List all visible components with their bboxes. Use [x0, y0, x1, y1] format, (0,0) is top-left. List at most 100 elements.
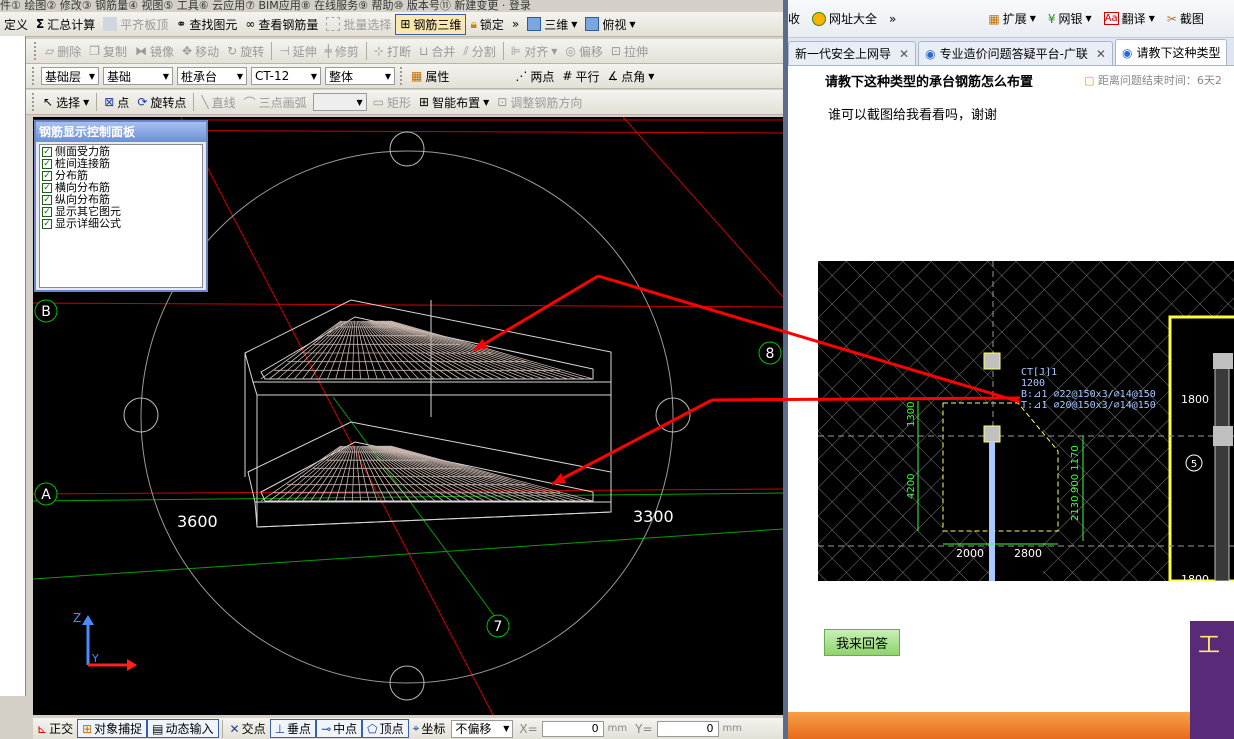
break-icon: ⊹	[373, 44, 384, 58]
sum-calc-button[interactable]: Σ 汇总计算	[32, 14, 99, 35]
checkbox-check-icon[interactable]: ✓	[42, 147, 52, 157]
rebar-display-control-panel: 钢筋显示控制面板 ✓ 侧面受力筋 ✓ 桩间连接筋 ✓ 分布筋 ✓ 横向分布筋 ✓ 纵向分布…	[34, 120, 208, 292]
category-select[interactable]: 基础 ▼	[103, 67, 173, 85]
rotate-button[interactable]: ↻ 旋转	[223, 41, 268, 62]
rotate-point-tool[interactable]: ⟳ 旋转点	[133, 92, 190, 113]
scope-select[interactable]: 整体 ▼	[325, 67, 395, 85]
trim-button[interactable]: ╪ 修剪	[321, 41, 363, 62]
checkbox-check-icon[interactable]: ✓	[42, 195, 52, 205]
batch-select-button[interactable]: 批量选择	[322, 14, 395, 35]
chevron-down-icon: ▼	[162, 71, 169, 81]
extend-button[interactable]: ⊣ 延伸	[275, 41, 320, 62]
extensions-label: 扩展	[1002, 12, 1027, 26]
x-coordinate-label: X=	[519, 721, 538, 736]
checkbox-check-icon[interactable]: ✓	[42, 207, 52, 217]
checkbox-show-formula[interactable]: ✓ 显示详细公式	[42, 218, 200, 230]
select-tool[interactable]: ↖ 选择 ▼	[39, 92, 93, 113]
lock-button[interactable]: 🔒︎ 锁定	[466, 14, 507, 35]
extensions-button[interactable]: ▦ 扩展 ▼	[982, 8, 1042, 30]
toolbar-overflow[interactable]: »	[883, 8, 902, 30]
point-angle-button[interactable]: ∡ 点角 ▼	[603, 66, 658, 87]
layer-value: 基础层	[45, 69, 82, 84]
toolbar-grip[interactable]	[32, 93, 36, 111]
site-nav-button[interactable]: 网址大全	[806, 8, 883, 30]
toolbar-grip[interactable]	[32, 67, 36, 85]
toolbar-grip[interactable]	[34, 42, 38, 60]
x-coordinate-input[interactable]: 0	[541, 720, 604, 737]
break-button[interactable]: ⊹ 打断	[370, 41, 415, 62]
chevron-down-icon: ▼	[551, 46, 558, 56]
three-point-arc-tool[interactable]: ⌒ 三点画弧	[240, 92, 311, 113]
coordinate-snap[interactable]: ⌖ 坐标	[409, 719, 450, 738]
checkbox-check-icon[interactable]: ✓	[42, 219, 52, 229]
element-toolbar: 基础层 ▼ 基础 ▼ 桩承台 ▼ CT-12 ▼ 整体 ▼ ▦ 属性 ⋰ 两点 # 平行 ∡ 点角…	[0, 64, 786, 89]
parallel-button[interactable]: # 平行	[558, 66, 603, 87]
view-rebar-button[interactable]: ∞ 查看钢筋量	[241, 14, 322, 35]
merge-button[interactable]: ⊔ 合并	[415, 41, 459, 62]
menu-bar[interactable]: 件① 绘图② 修改③ 钢筋量④ 视图⑤ 工具⑥ 云应用⑦ BIM应用⑧ 在线服务…	[0, 0, 786, 12]
rectangle-tool[interactable]: ▭ 矩形	[369, 92, 415, 113]
close-icon[interactable]: ✕	[899, 47, 909, 61]
offset-button[interactable]: ◎ 偏移	[561, 41, 607, 62]
move-button[interactable]: ✥ 移动	[178, 41, 223, 62]
tab-safe-navigation[interactable]: 新一代安全上网导 ✕	[788, 41, 917, 65]
copy-button[interactable]: ❐ 复制	[85, 41, 131, 62]
toolbar-grip[interactable]	[400, 67, 404, 85]
side-ad-banner[interactable]: 工	[1190, 621, 1234, 739]
define-button[interactable]: 定义	[0, 14, 32, 35]
tab-current-question[interactable]: ◉ 请教下这种类型	[1114, 39, 1228, 65]
bank-button[interactable]: ¥ 网银 ▼	[1042, 8, 1098, 30]
y-coordinate-input[interactable]: 0	[656, 720, 719, 737]
element-type-select[interactable]: 桩承台 ▼	[177, 67, 247, 85]
arc-mode-select[interactable]: ▼	[312, 93, 367, 111]
screenshot-button[interactable]: ✂ 截图	[1161, 8, 1210, 30]
dynamic-input-toggle[interactable]: ▤ 动态输入	[147, 719, 219, 738]
rebar-glasses-icon: ∞	[245, 17, 256, 31]
draw-toolbar: ↖ 选择 ▼ ⊠ 点 ⟳ 旋转点 ╲ 直线 ⌒ 三点画弧 ▼ ▭ 矩形 ⊞ 智能布置 ▼ ⊡ 调整钢…	[0, 90, 786, 115]
toolbar1-overflow[interactable]: »	[508, 14, 523, 35]
move-icon: ✥	[182, 44, 193, 58]
checkbox-check-icon[interactable]: ✓	[42, 183, 52, 193]
midpoint-snap[interactable]: ⊸ 中点	[316, 719, 363, 738]
cap-label-top-rebar: T:⊿1 ⌀20@150x3/⌀14@150	[1021, 400, 1156, 411]
split-button[interactable]: ⫽ 分割	[459, 41, 499, 62]
control-panel-title[interactable]: 钢筋显示控制面板	[36, 122, 206, 142]
move-label: 移动	[195, 44, 220, 59]
view-3d-dropdown[interactable]: 三维 ▼	[523, 14, 581, 35]
rebar-3d-button[interactable]: ⊞ 钢筋三维	[395, 13, 467, 35]
top-view-dropdown[interactable]: 俯视 ▼	[581, 14, 639, 35]
two-points-button[interactable]: ⋰ 两点	[511, 66, 558, 87]
footer-ad-banner[interactable]	[788, 712, 1234, 739]
close-icon[interactable]: ✕	[1096, 47, 1106, 61]
translate-button[interactable]: Aa 翻译 ▼	[1098, 8, 1161, 30]
tab-cost-qa-platform[interactable]: ◉ 专业造价问题答疑平台-广联 ✕	[918, 41, 1113, 65]
intersection-snap[interactable]: ✕ 交点	[226, 719, 270, 738]
find-element-button[interactable]: ⚭ 查找图元	[172, 14, 241, 35]
offset-mode-select[interactable]: 不偏移 ▼	[451, 719, 514, 738]
flat-board-button[interactable]: 平齐板顶	[99, 14, 172, 35]
stretch-button[interactable]: ⊡ 拉伸	[607, 41, 652, 62]
point-tool[interactable]: ⊠ 点	[100, 92, 133, 113]
adjust-rebar-direction-button[interactable]: ⊡ 调整钢筋方向	[493, 92, 586, 113]
yen-icon: ¥	[1047, 11, 1056, 26]
ortho-toggle[interactable]: ⊾ 正交	[33, 719, 77, 738]
vertex-snap[interactable]: ⬠ 顶点	[362, 719, 409, 738]
perpendicular-snap[interactable]: ⊥ 垂点	[269, 719, 317, 738]
layer-select[interactable]: 基础层 ▼	[41, 67, 99, 85]
align-button[interactable]: ⊫ 对齐 ▼	[507, 41, 562, 62]
checkbox-check-icon[interactable]: ✓	[42, 159, 52, 169]
delete-button[interactable]: ▱ 删除	[41, 41, 85, 62]
chevron-down-icon: ▼	[1029, 14, 1036, 23]
object-snap-toggle[interactable]: ⊞ 对象捕捉	[77, 719, 148, 738]
checkbox-check-icon[interactable]: ✓	[42, 171, 52, 181]
answer-button[interactable]: 我来回答	[824, 629, 900, 656]
attached-cad-drawing[interactable]: CT[J]1 1200 B:⊿1 ⌀22@150x3/⌀14@150 T:⊿1 …	[818, 261, 1234, 581]
element-name-select[interactable]: CT-12 ▼	[251, 67, 321, 85]
menu-bar-text[interactable]: 件① 绘图② 修改③ 钢筋量④ 视图⑤ 工具⑥ 云应用⑦ BIM应用⑧ 在线服务…	[0, 0, 531, 12]
left-side-panel[interactable]	[0, 36, 26, 696]
properties-button[interactable]: ▦ 属性	[407, 66, 453, 87]
mirror-button[interactable]: ⧓ 镜像	[131, 41, 178, 62]
smart-layout-button[interactable]: ⊞ 智能布置 ▼	[415, 92, 493, 113]
line-tool[interactable]: ╲ 直线	[197, 92, 239, 113]
favorites-button[interactable]: 收	[788, 8, 806, 30]
